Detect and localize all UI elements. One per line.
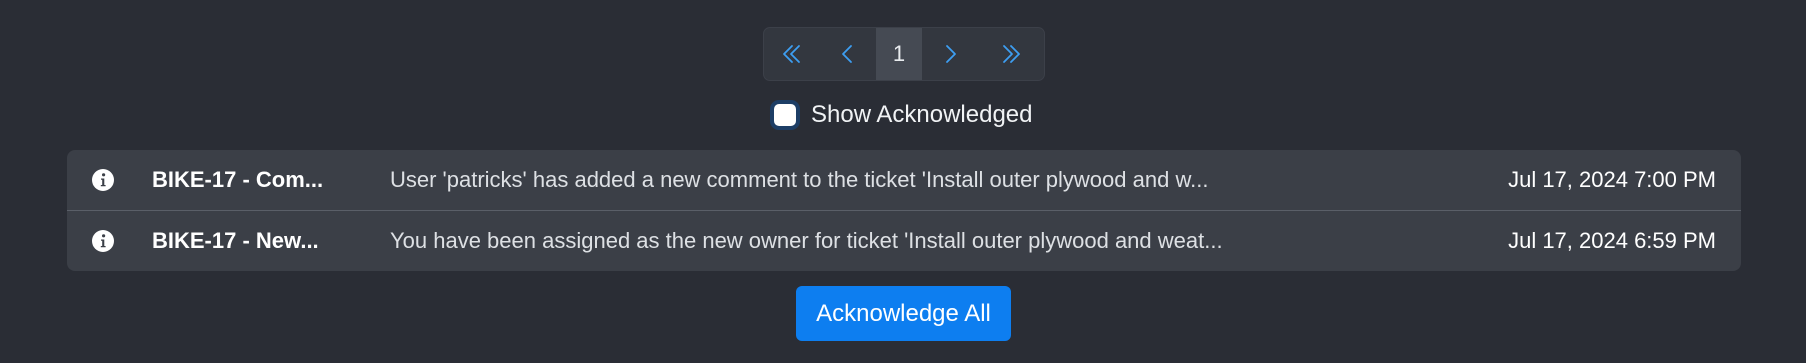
next-page-button[interactable] (922, 28, 978, 80)
chevron-right-icon (946, 45, 956, 63)
notification-item[interactable]: BIKE-17 - New... You have been assigned … (67, 210, 1741, 271)
info-icon (92, 230, 114, 252)
show-acknowledged-checkbox[interactable] (774, 104, 796, 126)
notification-message: You have been assigned as the new owner … (390, 228, 1223, 253)
acknowledge-all-button[interactable]: Acknowledge All (796, 286, 1011, 341)
notifications-page: 1 Show Acknowledged BIKE-17 - Com... Use… (0, 0, 1806, 363)
current-page-button[interactable]: 1 (876, 28, 922, 80)
show-acknowledged-toggle: Show Acknowledged (770, 98, 1032, 132)
show-acknowledged-label[interactable]: Show Acknowledged (811, 101, 1032, 129)
double-chevron-left-icon (783, 45, 800, 63)
notification-item[interactable]: BIKE-17 - Com... User 'patricks' has add… (67, 150, 1741, 210)
notification-title: BIKE-17 - New... (152, 228, 319, 253)
notification-message: User 'patricks' has added a new comment … (390, 167, 1209, 192)
notification-title: BIKE-17 - Com... (152, 167, 324, 192)
notification-timestamp: Jul 17, 2024 6:59 PM (1508, 228, 1716, 253)
pagination: 1 (763, 27, 1045, 81)
chevron-left-icon (842, 45, 852, 63)
last-page-button[interactable] (978, 28, 1044, 80)
first-page-button[interactable] (764, 28, 820, 80)
notification-list: BIKE-17 - Com... User 'patricks' has add… (67, 150, 1741, 271)
info-icon (92, 169, 114, 191)
notification-timestamp: Jul 17, 2024 7:00 PM (1508, 167, 1716, 192)
previous-page-button[interactable] (820, 28, 876, 80)
double-chevron-right-icon (1003, 45, 1020, 63)
